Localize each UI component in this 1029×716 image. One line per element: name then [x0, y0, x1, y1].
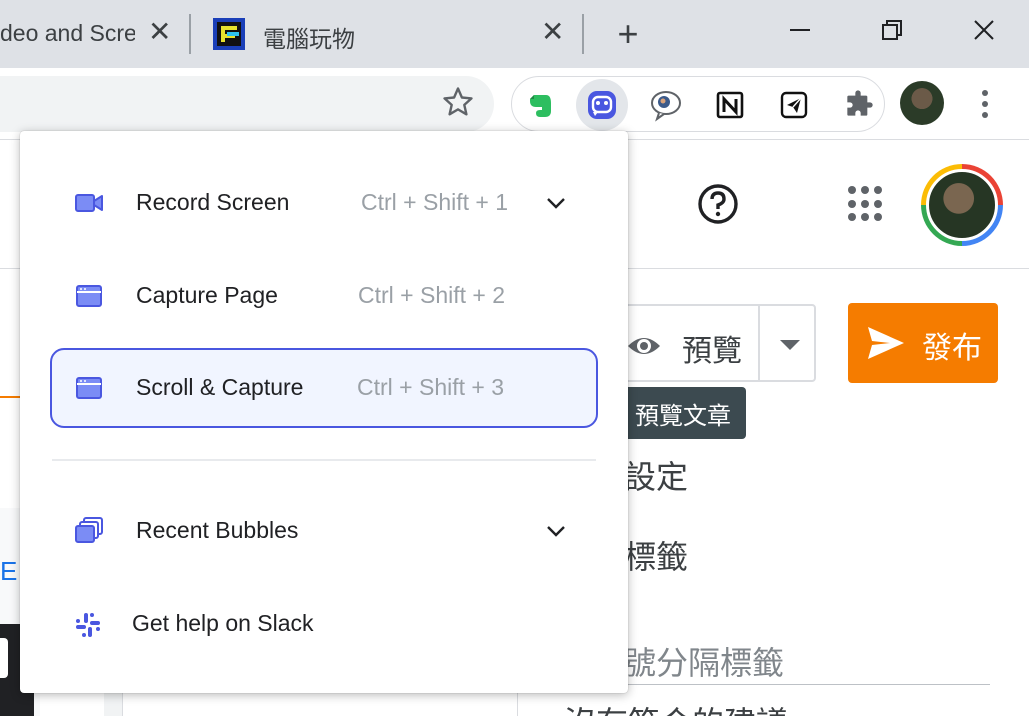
telegram-icon[interactable]: [776, 87, 812, 123]
browser-window-icon: [74, 375, 104, 401]
publish-button[interactable]: 發布: [848, 303, 998, 383]
preview-button[interactable]: 預覽: [600, 304, 816, 382]
puzzle-icon[interactable]: [840, 87, 876, 123]
notion-icon[interactable]: [712, 87, 748, 123]
menu-item-shortcut: Ctrl + Shift + 1: [361, 189, 509, 215]
chevron-down-icon[interactable]: [544, 521, 568, 541]
camera-icon: [74, 190, 104, 216]
menu-item-capture-page[interactable]: Capture Page Ctrl + Shift + 2: [50, 256, 598, 336]
account-avatar[interactable]: [921, 164, 1003, 246]
tab-video[interactable]: deo and Scre ✕: [0, 0, 185, 68]
settings-label: 設定: [624, 459, 689, 495]
stacked-windows-icon: [74, 516, 104, 543]
caret-down-icon[interactable]: [780, 340, 800, 350]
tab-separator: [582, 14, 584, 54]
restore-icon[interactable]: [862, 8, 922, 52]
close-icon[interactable]: [954, 8, 1014, 52]
menu-item-recent-bubbles[interactable]: Recent Bubbles: [50, 491, 598, 571]
preview-label: 預覽: [682, 335, 742, 368]
profile-avatar[interactable]: [900, 81, 944, 125]
left-glyph: E: [0, 556, 18, 586]
thumbnail-handle: [0, 638, 8, 678]
active-indicator: [0, 396, 22, 398]
menu-divider: [52, 459, 596, 461]
tab-close-icon[interactable]: ✕: [541, 18, 564, 46]
awesome-screenshot-icon[interactable]: [576, 79, 628, 131]
tags-label: 標籤: [624, 539, 689, 575]
tab-title: 電腦玩物: [263, 26, 355, 52]
menu-item-slack-help[interactable]: Get help on Slack: [50, 584, 598, 664]
preview-divider: [758, 306, 760, 380]
menu-item-label: Recent Bubbles: [136, 517, 299, 543]
minimize-icon[interactable]: [770, 8, 830, 52]
screen: deo and Scre ✕ 電腦玩物 ✕ + E 預覽 發布 預覽文章 設定 …: [0, 0, 1029, 716]
tab-close-icon[interactable]: ✕: [148, 18, 171, 46]
tags-input[interactable]: 號分隔標籤: [624, 638, 784, 684]
speech-bubble-icon[interactable]: [648, 87, 684, 123]
favicon-icon: [213, 18, 245, 50]
menu-item-label: Scroll & Capture: [136, 374, 304, 400]
help-icon[interactable]: [696, 182, 740, 226]
menu-item-shortcut: Ctrl + Shift + 3: [357, 374, 505, 400]
browser-toolbar: [0, 68, 1029, 140]
publish-label: 發布: [922, 332, 982, 365]
address-bar[interactable]: [0, 76, 494, 132]
eye-icon: [626, 328, 662, 364]
menu-item-record-screen[interactable]: Record Screen Ctrl + Shift + 1: [50, 163, 598, 243]
menu-item-shortcut: Ctrl + Shift + 2: [358, 282, 506, 308]
tab-separator: [189, 14, 191, 54]
preview-tooltip: 預覽文章: [620, 387, 746, 439]
tab-strip: deo and Scre ✕ 電腦玩物 ✕ +: [0, 0, 1029, 68]
evernote-icon[interactable]: [522, 87, 558, 123]
menu-item-label: Capture Page: [136, 282, 278, 308]
menu-item-label: Get help on Slack: [132, 610, 314, 636]
more-menu-icon[interactable]: [975, 84, 995, 124]
menu-item-scroll-capture[interactable]: Scroll & Capture Ctrl + Shift + 3: [50, 348, 598, 428]
menu-item-label: Record Screen: [136, 189, 290, 215]
tab-title: deo and Scre: [0, 20, 135, 46]
new-tab-button[interactable]: +: [608, 13, 648, 54]
slack-icon: [74, 611, 104, 637]
chevron-down-icon[interactable]: [544, 193, 568, 213]
send-icon: [866, 323, 906, 363]
browser-window-icon: [74, 283, 104, 309]
no-match-label: 沒有符合的建議: [564, 698, 788, 716]
tab-playpcesor[interactable]: 電腦玩物 ✕: [195, 0, 580, 68]
screenshot-extension-popup: Record Screen Ctrl + Shift + 1 Capture P…: [20, 131, 628, 693]
extensions-bar: [511, 76, 885, 132]
bookmark-star-icon[interactable]: [440, 84, 476, 120]
apps-grid-icon[interactable]: [848, 186, 884, 222]
